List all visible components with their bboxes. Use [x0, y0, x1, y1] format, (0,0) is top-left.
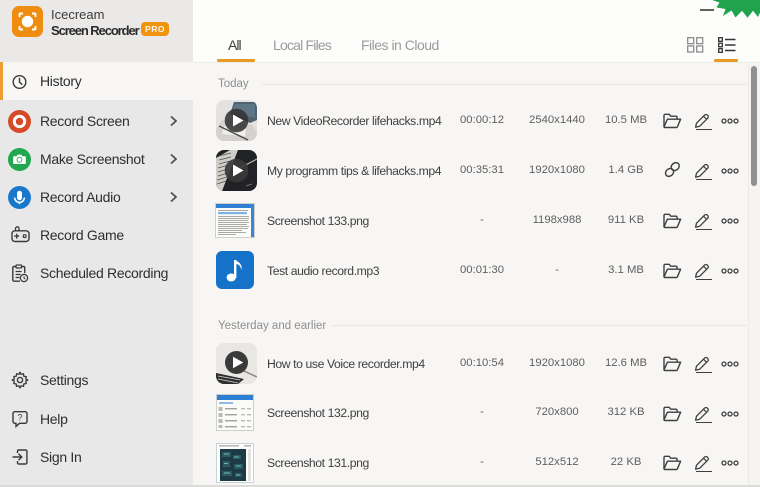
svg-text:?: ? [17, 413, 22, 423]
